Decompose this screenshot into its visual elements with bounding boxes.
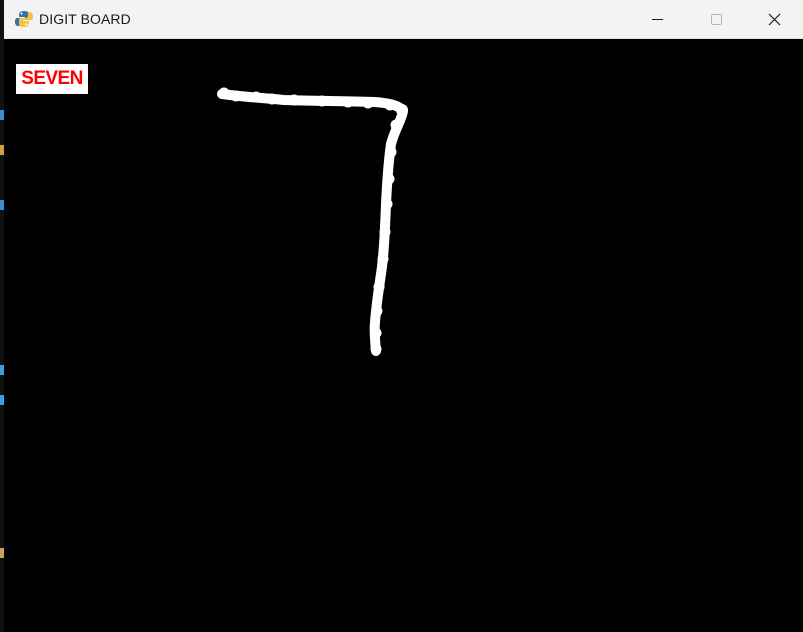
- window-title: DIGIT BOARD: [39, 11, 131, 27]
- close-button[interactable]: [751, 0, 797, 38]
- close-icon: [768, 13, 781, 26]
- drawing-board[interactable]: SEVEN: [4, 39, 803, 632]
- drawn-digit-stroke: [217, 87, 408, 356]
- pygame-snake-icon: [14, 9, 34, 29]
- drawing-canvas[interactable]: [4, 39, 803, 632]
- digit-board-window: DIGIT BOARD SEVEN: [4, 0, 803, 632]
- minimize-icon: [652, 19, 663, 20]
- title-bar[interactable]: DIGIT BOARD: [4, 0, 803, 39]
- maximize-button[interactable]: [693, 0, 739, 38]
- prediction-label: SEVEN: [16, 64, 88, 94]
- minimize-button[interactable]: [634, 0, 680, 38]
- maximize-icon: [711, 14, 722, 25]
